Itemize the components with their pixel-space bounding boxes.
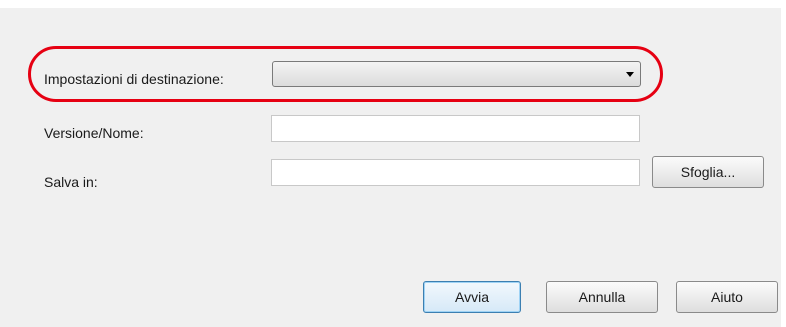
version-name-input[interactable] [271, 115, 640, 142]
destination-settings-dropdown[interactable] [272, 61, 641, 87]
save-in-label: Salva in: [44, 174, 98, 190]
browse-button[interactable]: Sfoglia... [652, 156, 764, 188]
dialog-panel: Impostazioni di destinazione: Versione/N… [0, 8, 781, 327]
version-name-label: Versione/Nome: [44, 125, 144, 141]
save-in-input[interactable] [271, 159, 640, 186]
help-button[interactable]: Aiuto [676, 281, 778, 313]
cancel-button[interactable]: Annulla [546, 281, 658, 313]
chevron-down-icon[interactable] [626, 72, 634, 77]
start-button[interactable]: Avvia [423, 281, 521, 313]
destination-settings-label: Impostazioni di destinazione: [44, 71, 224, 87]
